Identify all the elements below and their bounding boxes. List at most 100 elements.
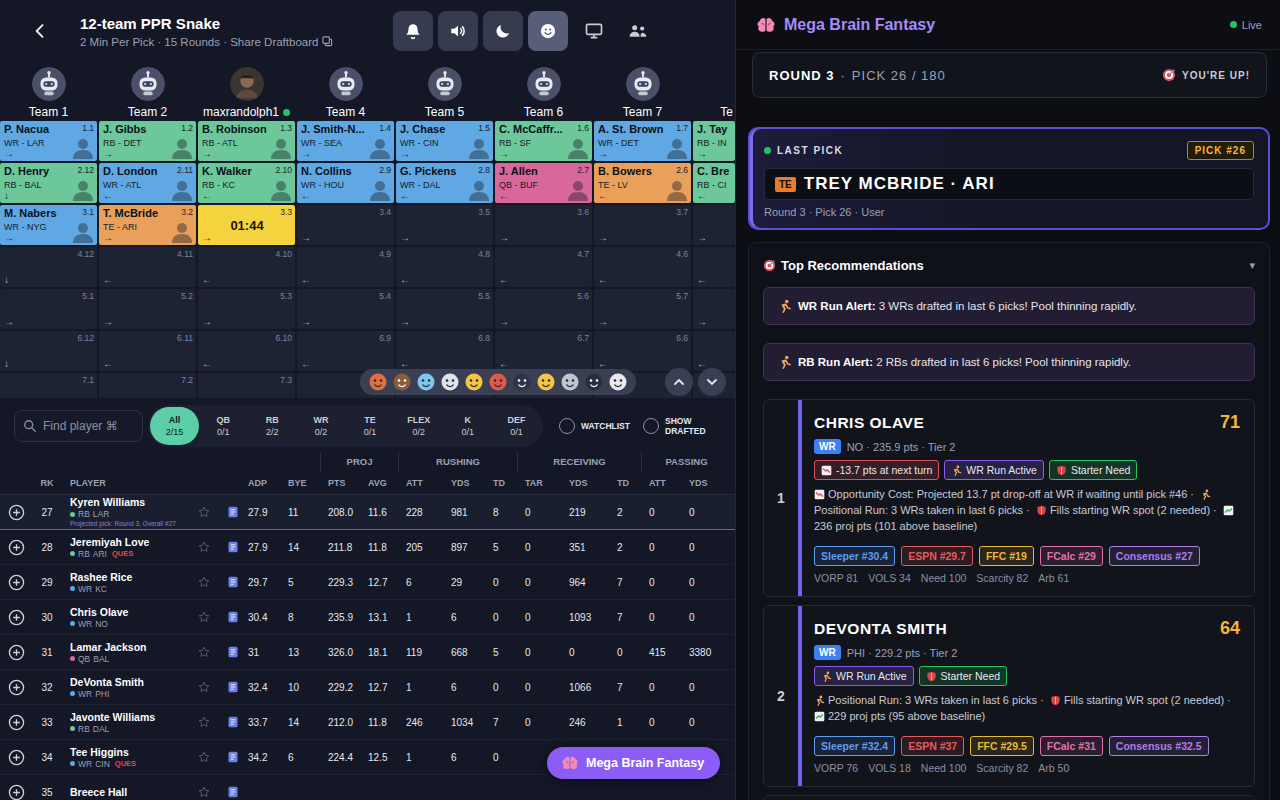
column-header[interactable]: YDS: [561, 478, 609, 488]
search-input[interactable]: [43, 419, 134, 433]
table-row[interactable]: 27Kyren WilliamsRBLARProjected pick: Rou…: [0, 495, 735, 530]
scroll-down-button[interactable]: [698, 368, 726, 396]
recommendation-card[interactable]: 1CHRIS OLAVE71WRNO · 235.9 pts · Tier 2-…: [763, 399, 1255, 597]
column-header[interactable]: BYE: [280, 478, 320, 488]
column-header[interactable]: PTS: [320, 478, 360, 488]
team-column[interactable]: Team 2: [99, 62, 196, 118]
player-name[interactable]: DeVonta Smith: [70, 676, 194, 688]
emoji-reaction-icon[interactable]: [488, 372, 508, 392]
column-header[interactable]: ADP: [240, 478, 280, 488]
player-name[interactable]: Lamar Jackson: [70, 641, 194, 653]
notes-document-icon[interactable]: [227, 751, 239, 763]
watchlist-star-icon[interactable]: [198, 716, 210, 728]
toggle-radio[interactable]: [643, 418, 659, 434]
position-tab[interactable]: FLEX0/2: [394, 407, 443, 445]
column-header[interactable]: ATT: [641, 478, 681, 488]
watchlist-star-icon[interactable]: [198, 506, 210, 518]
notes-document-icon[interactable]: [227, 611, 239, 623]
add-player-icon[interactable]: [8, 644, 25, 661]
recommendations-header[interactable]: Top Recommendations▾: [763, 255, 1255, 275]
position-tab[interactable]: K0/1: [443, 407, 492, 445]
watchlist-star-icon[interactable]: [198, 751, 210, 763]
search-box[interactable]: [14, 410, 143, 442]
emoji-reaction-icon[interactable]: [536, 372, 556, 392]
emoji-reaction-icon[interactable]: [392, 372, 412, 392]
add-player-icon[interactable]: [8, 539, 25, 556]
column-header[interactable]: TD: [609, 478, 641, 488]
watchlist-star-icon[interactable]: [198, 576, 210, 588]
pick-cell[interactable]: A. St. Brown1.7WR - DET→: [594, 121, 691, 161]
smile-button[interactable]: [528, 11, 568, 51]
emoji-reaction-icon[interactable]: [512, 372, 532, 392]
player-name[interactable]: Kyren Williams: [70, 496, 194, 508]
team-column[interactable]: Team 1: [0, 62, 97, 118]
player-name[interactable]: Tee Higgins: [70, 746, 194, 758]
column-header[interactable]: RK: [32, 478, 62, 488]
add-player-icon[interactable]: [8, 679, 25, 696]
watchlist-star-icon[interactable]: [198, 646, 210, 658]
table-row[interactable]: 29Rashee RiceWRKC29.75229.312.7629009647…: [0, 565, 735, 600]
pick-cell[interactable]: J. Allen2.7QB - BUF←: [495, 163, 592, 203]
team-column[interactable]: Team 4: [297, 62, 394, 118]
pick-cell[interactable]: 3.301:44→: [198, 205, 295, 245]
collapse-toggle[interactable]: ▾: [1249, 259, 1255, 272]
emoji-reaction-icon[interactable]: [560, 372, 580, 392]
team-column[interactable]: Team 5: [396, 62, 493, 118]
add-player-icon[interactable]: [8, 504, 25, 521]
recommendation-card[interactable]: 2DEVONTA SMITH64WRPHI · 229.2 pts · Tier…: [763, 605, 1255, 787]
table-row[interactable]: 31Lamar JacksonQBBAL3113326.018.11196685…: [0, 635, 735, 670]
mega-brain-button[interactable]: Mega Brain Fantasy: [547, 747, 720, 779]
watchlist-star-icon[interactable]: [198, 786, 210, 798]
position-tab[interactable]: WR0/2: [297, 407, 346, 445]
add-player-icon[interactable]: [8, 749, 25, 766]
column-header[interactable]: TAR: [517, 478, 561, 488]
add-player-icon[interactable]: [8, 714, 25, 731]
player-name[interactable]: Jeremiyah Love: [70, 536, 194, 548]
pick-cell[interactable]: B. Robinson1.3RB - ATL→: [198, 121, 295, 161]
notes-document-icon[interactable]: [227, 541, 239, 553]
player-name[interactable]: Rashee Rice: [70, 571, 194, 583]
back-arrow-icon[interactable]: [30, 21, 50, 41]
add-player-icon[interactable]: [8, 609, 25, 626]
column-header[interactable]: AVG: [360, 478, 398, 488]
notes-document-icon[interactable]: [227, 506, 239, 518]
pick-cell[interactable]: D. Henry2.12RB - BAL↓: [0, 163, 97, 203]
table-row[interactable]: 32DeVonta SmithWRPHI32.410229.212.716001…: [0, 670, 735, 705]
pick-cell[interactable]: K. Walker2.10RB - KC←: [198, 163, 295, 203]
emoji-reaction-icon[interactable]: [584, 372, 604, 392]
pick-cell[interactable]: C. BreRB - CI←: [693, 163, 735, 203]
pick-cell[interactable]: D. London2.11WR - ATL←: [99, 163, 196, 203]
pick-cell[interactable]: N. Collins2.9WR - HOU←: [297, 163, 394, 203]
column-header[interactable]: YDS: [443, 478, 485, 488]
position-tab[interactable]: DEF0/1: [492, 407, 541, 445]
player-name[interactable]: Javonte Williams: [70, 711, 194, 723]
emoji-reaction-icon[interactable]: [416, 372, 436, 392]
player-name[interactable]: Chris Olave: [70, 606, 194, 618]
pick-cell[interactable]: T. McBride3.2TE - ARI→: [99, 205, 196, 245]
emoji-reaction-icon[interactable]: [464, 372, 484, 392]
notes-document-icon[interactable]: [227, 786, 239, 798]
player-name[interactable]: Breece Hall: [70, 786, 194, 798]
watchlist-star-icon[interactable]: [198, 611, 210, 623]
position-tab[interactable]: TE0/1: [346, 407, 395, 445]
table-row[interactable]: 30Chris OlaveWRNO30.48235.913.1160010937…: [0, 600, 735, 635]
notes-document-icon[interactable]: [227, 681, 239, 693]
pick-cell[interactable]: P. Nacua1.1WR - LAR→: [0, 121, 97, 161]
people-icon[interactable]: [628, 21, 648, 41]
bell-button[interactable]: [393, 11, 433, 51]
monitor-icon[interactable]: [584, 21, 604, 41]
column-header[interactable]: TD: [485, 478, 517, 488]
table-row[interactable]: 33Javonte WilliamsRBDAL33.714212.011.824…: [0, 705, 735, 740]
column-header[interactable]: PLAYER: [62, 478, 240, 488]
copy-icon[interactable]: [322, 36, 333, 47]
table-row[interactable]: 28Jeremiyah LoveRBARIQUES27.914211.811.8…: [0, 530, 735, 565]
pick-cell[interactable]: J. Smith-N...1.4WR - SEA→: [297, 121, 394, 161]
pick-cell[interactable]: M. Nabers3.1WR - NYG→: [0, 205, 97, 245]
moon-button[interactable]: [483, 11, 523, 51]
filter-toggle[interactable]: WATCHLIST: [559, 418, 627, 434]
notes-document-icon[interactable]: [227, 646, 239, 658]
speaker-button[interactable]: [438, 11, 478, 51]
position-tab[interactable]: QB0/1: [199, 407, 248, 445]
pick-cell[interactable]: J. Gibbs1.2RB - DET→: [99, 121, 196, 161]
scroll-up-button[interactable]: [665, 368, 693, 396]
